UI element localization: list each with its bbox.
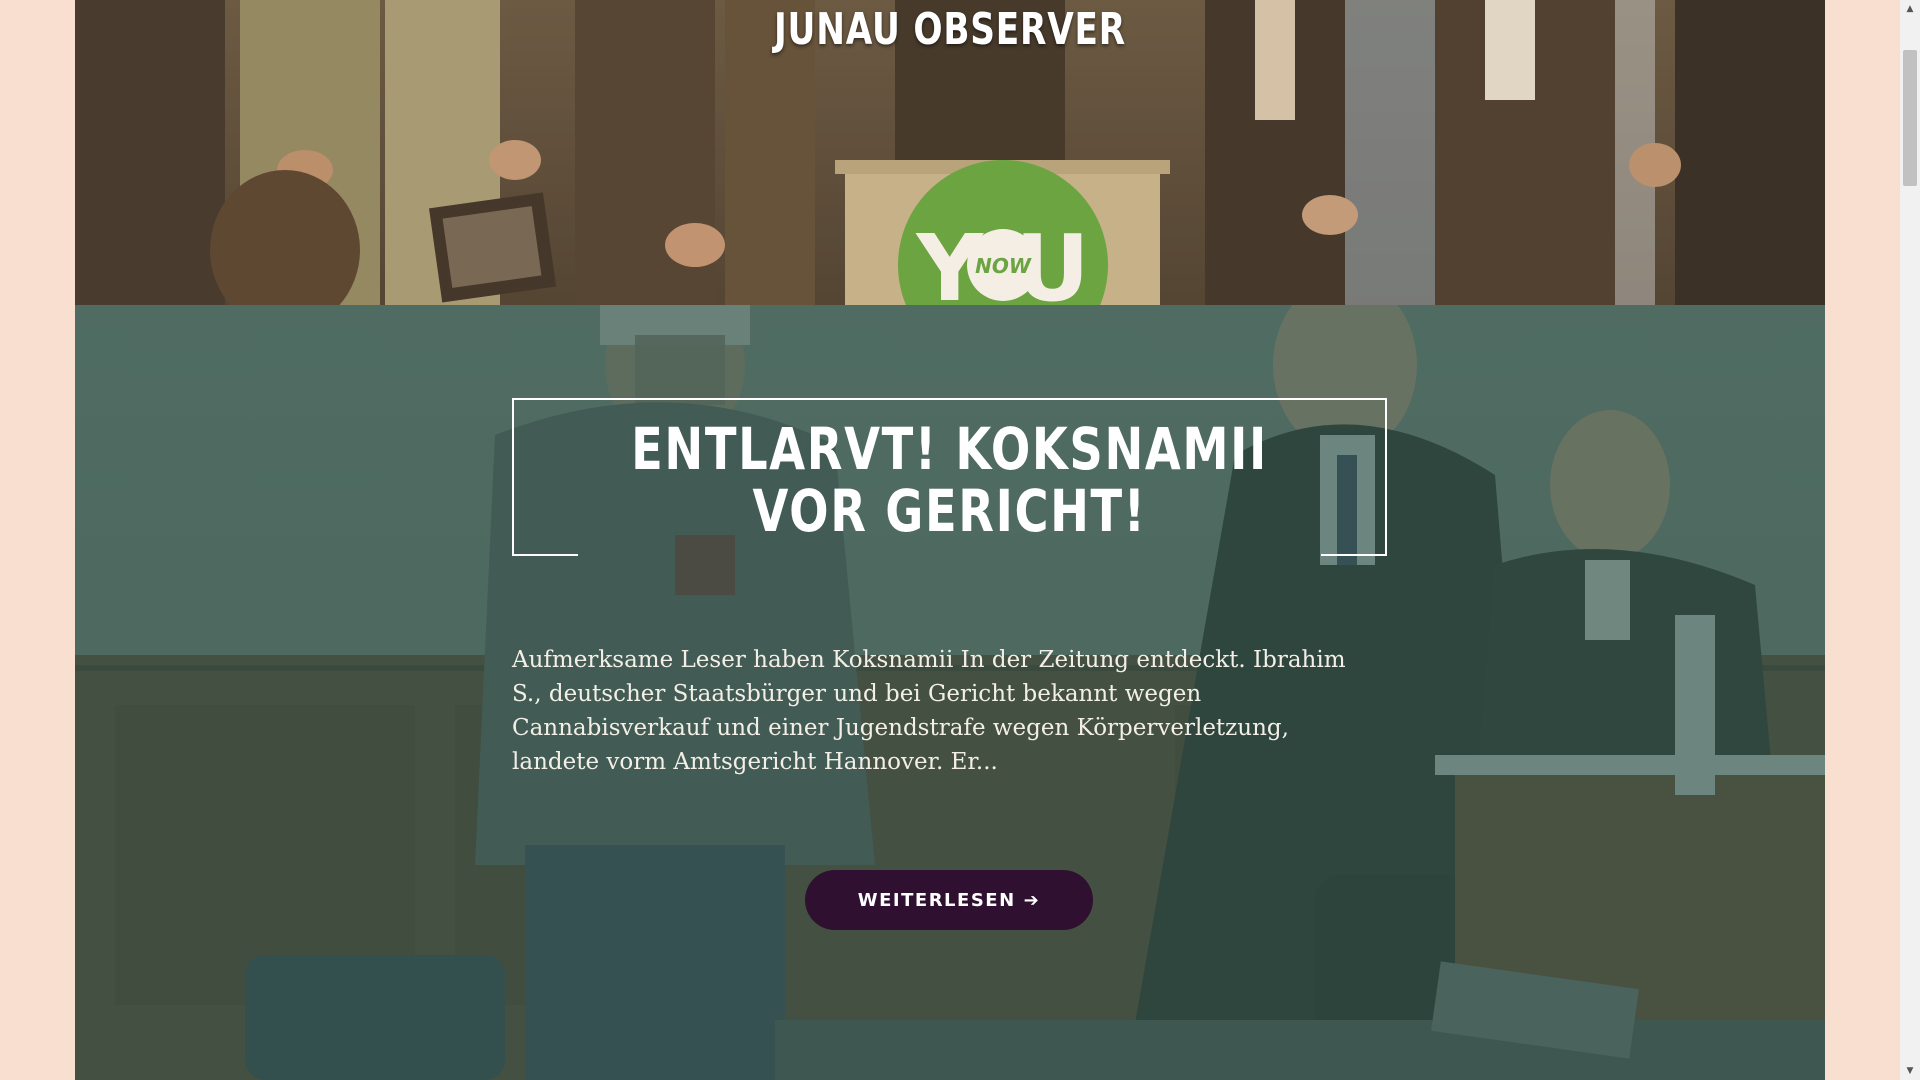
scroll-up-arrow-icon[interactable]: ▲ <box>1900 0 1920 18</box>
vertical-scrollbar[interactable]: ▲ ▼ <box>1899 0 1920 1080</box>
article-title-frame: ENTLARVT! KOKSNAMII VOR GERICHT! <box>512 398 1387 556</box>
article-title[interactable]: ENTLARVT! KOKSNAMII VOR GERICHT! <box>601 418 1298 542</box>
featured-article: ENTLARVT! KOKSNAMII VOR GERICHT! Aufmerk… <box>75 305 1825 1080</box>
arrow-right-icon: ➔ <box>1023 889 1041 911</box>
site-header: Y U NOW JUNAU OBSERVER <box>75 0 1825 305</box>
read-more-button[interactable]: WEITERLESEN ➔ <box>805 870 1093 930</box>
scrollbar-thumb[interactable] <box>1903 50 1917 186</box>
main-content: Y U NOW JUNAU OBSERVER ENTLARVT! KOKSNAM… <box>75 0 1825 1080</box>
scroll-down-arrow-icon[interactable]: ▼ <box>1900 1062 1920 1080</box>
read-more-label: WEITERLESEN <box>857 889 1016 911</box>
site-title[interactable]: JUNAU OBSERVER <box>268 4 1633 55</box>
page: Y U NOW JUNAU OBSERVER ENTLARVT! KOKSNAM… <box>0 0 1920 1080</box>
article-excerpt: Aufmerksame Leser haben Koksnamii In der… <box>512 647 1346 775</box>
